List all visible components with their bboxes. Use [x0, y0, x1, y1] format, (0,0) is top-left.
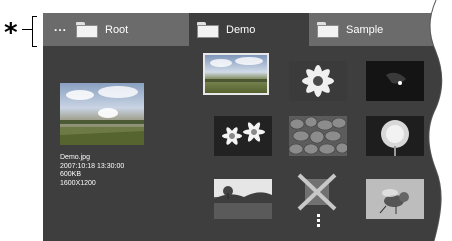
selected-photo-preview — [60, 83, 144, 145]
breadcrumb-label: Demo — [226, 23, 256, 36]
breadcrumb-item-sample[interactable]: Sample — [317, 13, 427, 46]
folder-icon — [197, 21, 219, 38]
thumbnail-tree-hills[interactable] — [214, 179, 272, 219]
photo-filename: Demo.jpg — [60, 154, 90, 161]
breadcrumb-ellipsis[interactable]: ... — [54, 20, 67, 34]
more-indicator-icon — [317, 214, 321, 229]
thumbnail-dandelion[interactable] — [366, 116, 424, 156]
thumbnail-pebbles[interactable] — [289, 116, 347, 156]
thumbnail-dark-night[interactable] — [366, 61, 424, 101]
thumbnail-landscape[interactable] — [203, 53, 269, 95]
callout-bracket — [32, 16, 37, 47]
folder-icon — [76, 21, 98, 38]
torn-edge — [428, 0, 452, 241]
photo-info: Demo.jpg 2007:10:18 13:30:00 600KB 1600X… — [60, 154, 124, 188]
thumbnail-daisies[interactable] — [214, 116, 272, 156]
thumbnail-insect[interactable] — [366, 179, 424, 219]
breadcrumb-label: Sample — [346, 23, 384, 36]
callout-leader-line — [22, 29, 32, 30]
photo-resolution: 1600X1200 — [60, 179, 96, 187]
breadcrumb-item-root[interactable]: Root — [76, 13, 186, 46]
media-browser-screen: ... Root Demo Sample Demo.jpg 2007:10:18… — [43, 13, 452, 241]
breadcrumb-item-demo[interactable]: Demo — [189, 13, 309, 46]
photo-filesize: 600KB — [60, 171, 82, 178]
thumbnail-white-flower[interactable] — [289, 61, 347, 101]
callout-marker: * — [4, 18, 18, 48]
breadcrumb: ... Root Demo Sample — [43, 13, 452, 46]
breadcrumb-label: Root — [105, 23, 129, 36]
broken-file-icon[interactable] — [295, 171, 339, 213]
photo-datetime: 2007:10:18 13:30:00 — [60, 162, 125, 170]
folder-icon — [317, 21, 339, 38]
